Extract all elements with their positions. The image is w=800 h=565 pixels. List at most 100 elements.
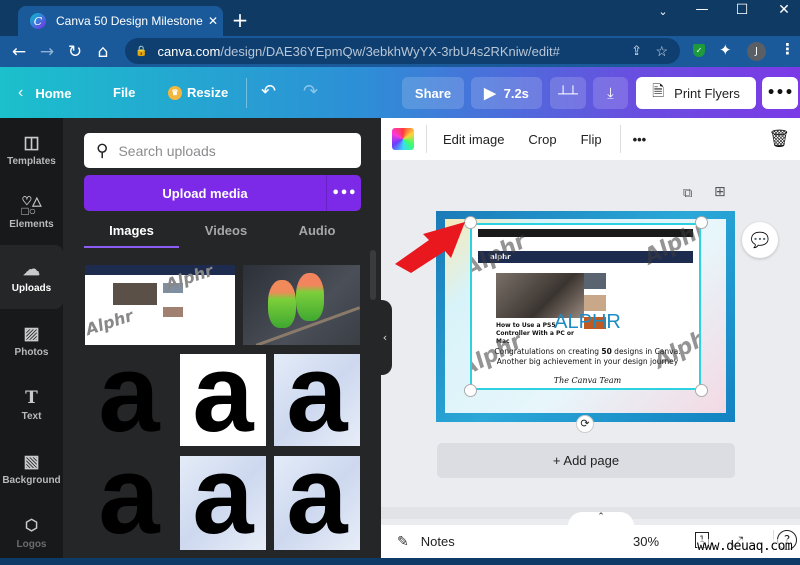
search-uploads-input[interactable]: ⚲ Search uploads xyxy=(84,133,361,168)
message-line2: Another big achievement in your design j… xyxy=(496,357,679,366)
rail-item-uploads[interactable]: ☁ Uploads xyxy=(0,245,63,309)
browser-tab[interactable]: C Canva 50 Design Milestone Badg ✕ xyxy=(18,6,223,36)
letter-a-glyph: a xyxy=(98,456,160,550)
url-domain: canva.com xyxy=(157,43,221,59)
upload-thumbnail-a-white[interactable]: a xyxy=(180,354,266,446)
rail-item-elements[interactable]: ♡△ □○ Elements xyxy=(0,181,63,245)
duplicate-page-icon[interactable]: ⧉ xyxy=(683,186,692,201)
insights-chart-icon[interactable]: ┴┴ xyxy=(550,77,586,109)
address-bar[interactable]: 🔒 canva.com/design/DAE36YEpmQw/3ebkhWyYX… xyxy=(125,38,680,64)
present-button[interactable]: ▶ 7.2s xyxy=(471,77,542,109)
add-comment-icon[interactable]: 💬 xyxy=(742,222,778,258)
browser-menu-icon[interactable]: ⋮ xyxy=(780,40,795,58)
resize-handle-top-right[interactable] xyxy=(695,216,708,229)
expand-pages-chevron-icon[interactable]: ⌃ xyxy=(568,512,634,526)
watermark-text: Alphr xyxy=(85,305,136,340)
letter-a-glyph: a xyxy=(98,354,160,446)
notes-icon[interactable]: ✎ xyxy=(397,534,409,550)
upload-thumbnail-a-pattern[interactable]: a xyxy=(274,456,360,550)
trash-icon[interactable]: 🗑 xyxy=(768,129,790,149)
tab-close-icon[interactable]: ✕ xyxy=(203,14,223,28)
shield-extension-icon[interactable]: ✓ xyxy=(693,44,705,57)
upload-thumbnail-a-transparent[interactable]: a xyxy=(85,354,173,446)
resize-button[interactable]: ♛ Resize xyxy=(168,85,228,100)
reload-icon[interactable]: ↻ xyxy=(61,42,89,62)
home-icon[interactable]: ⌂ xyxy=(89,42,117,62)
maximize-button[interactable]: ☐ xyxy=(727,2,757,18)
download-icon[interactable]: ⤓ xyxy=(593,77,628,109)
tab-videos[interactable]: Videos xyxy=(180,218,272,246)
rotate-handle-icon[interactable]: ⟳ xyxy=(576,415,594,433)
notes-button[interactable]: Notes xyxy=(421,534,455,549)
site-watermark: www.deuaq.com xyxy=(697,539,793,554)
extensions-puzzle-icon[interactable]: ✦ xyxy=(719,41,732,59)
back-icon[interactable]: ← xyxy=(5,42,33,62)
undo-icon[interactable]: ↶ xyxy=(261,81,276,102)
rail-item-background[interactable]: ▧ Background xyxy=(0,437,63,501)
upload-media-button[interactable]: Upload media xyxy=(84,175,326,211)
upload-thumbnail-screenshot[interactable]: Alphr Alphr xyxy=(85,265,235,345)
upload-cloud-icon: ☁ xyxy=(23,260,40,279)
toolbar-divider xyxy=(426,125,427,153)
crop-button[interactable]: Crop xyxy=(528,132,556,147)
rail-item-photos[interactable]: ▨ Photos xyxy=(0,309,63,373)
minimize-button[interactable]: — xyxy=(687,2,717,17)
home-button[interactable]: ‹ Home xyxy=(18,84,71,102)
rail-item-templates[interactable]: ◫ Templates xyxy=(0,118,63,182)
print-flyers-button[interactable]: 🗎 Print Flyers xyxy=(636,77,756,109)
profile-avatar[interactable]: J xyxy=(747,42,766,61)
upload-thumbnail-a-pattern[interactable]: a xyxy=(274,354,360,446)
upload-more-button[interactable]: ••• xyxy=(327,175,361,211)
file-menu-button[interactable]: File xyxy=(113,85,135,100)
add-page-button[interactable]: + Add page xyxy=(437,443,735,478)
letter-a-glyph: a xyxy=(286,456,348,550)
share-page-icon[interactable]: ⇪ xyxy=(631,43,642,59)
bookmark-star-icon[interactable]: ☆ xyxy=(655,43,668,60)
letter-a-glyph: a xyxy=(192,456,254,550)
forward-icon[interactable]: → xyxy=(33,42,61,62)
rail-label: Text xyxy=(21,411,42,422)
resize-handle-bottom-right[interactable] xyxy=(695,384,708,397)
tab-audio[interactable]: Audio xyxy=(273,218,361,246)
upload-thumbnail-lovebirds[interactable] xyxy=(243,265,360,345)
share-button[interactable]: Share xyxy=(402,77,464,109)
header-divider xyxy=(246,78,247,108)
tab-underline xyxy=(84,246,179,248)
rail-item-logos[interactable]: ⬡ Logos xyxy=(0,501,63,565)
color-picker-icon[interactable] xyxy=(392,128,414,150)
alphr-title: ALPHR xyxy=(554,311,621,333)
tab-images[interactable]: Images xyxy=(84,218,179,246)
rail-item-text[interactable]: T Text xyxy=(0,373,63,437)
resize-handle-bottom-left[interactable] xyxy=(464,384,477,397)
redo-icon[interactable]: ↷ xyxy=(303,81,318,102)
message-bold: 50 xyxy=(601,347,612,356)
zoom-level[interactable]: 30% xyxy=(633,534,659,549)
add-page-icon[interactable]: ⊞ xyxy=(714,184,726,200)
collapse-panel-button[interactable]: ‹ xyxy=(378,300,392,375)
selected-image[interactable]: alphr How to Use a PS5 Controller With a… xyxy=(470,223,701,390)
new-tab-button[interactable]: + xyxy=(230,8,250,32)
more-actions-button[interactable]: ••• xyxy=(633,132,647,147)
url-path: /design/DAE36YEpmQw/3ebkhWyYX-3rbU4s2RKn… xyxy=(220,43,560,59)
chevron-left-icon: ‹ xyxy=(18,84,24,101)
print-doc-icon: 🗎 xyxy=(652,82,665,100)
rail-label: Background xyxy=(2,475,61,486)
rail-label: Logos xyxy=(16,539,47,550)
print-label: Print Flyers xyxy=(674,85,740,101)
close-window-button[interactable]: ✕ xyxy=(769,2,799,18)
bottom-bar: ✎ Notes 30% 1 ⤢ ? www.deuaq.com xyxy=(381,525,800,558)
more-options-button[interactable]: ••• xyxy=(762,77,798,109)
resize-label: Resize xyxy=(187,85,229,100)
tab-search-icon[interactable]: ⌄ xyxy=(648,5,678,18)
upload-thumbnail-a-pattern[interactable]: a xyxy=(180,456,266,550)
rail-label: Templates xyxy=(7,156,56,167)
search-placeholder: Search uploads xyxy=(118,142,216,159)
panel-scrollbar[interactable] xyxy=(370,250,376,300)
annotation-arrow-icon xyxy=(395,222,465,273)
text-icon: T xyxy=(25,388,38,408)
flip-button[interactable]: Flip xyxy=(581,132,602,147)
side-rail: ◫ Templates ♡△ □○ Elements ☁ Uploads ▨ Ph… xyxy=(0,118,63,558)
canva-logo-icon: C xyxy=(30,13,46,29)
upload-thumbnail-a-transparent[interactable]: a xyxy=(85,456,173,550)
edit-image-button[interactable]: Edit image xyxy=(443,132,504,147)
